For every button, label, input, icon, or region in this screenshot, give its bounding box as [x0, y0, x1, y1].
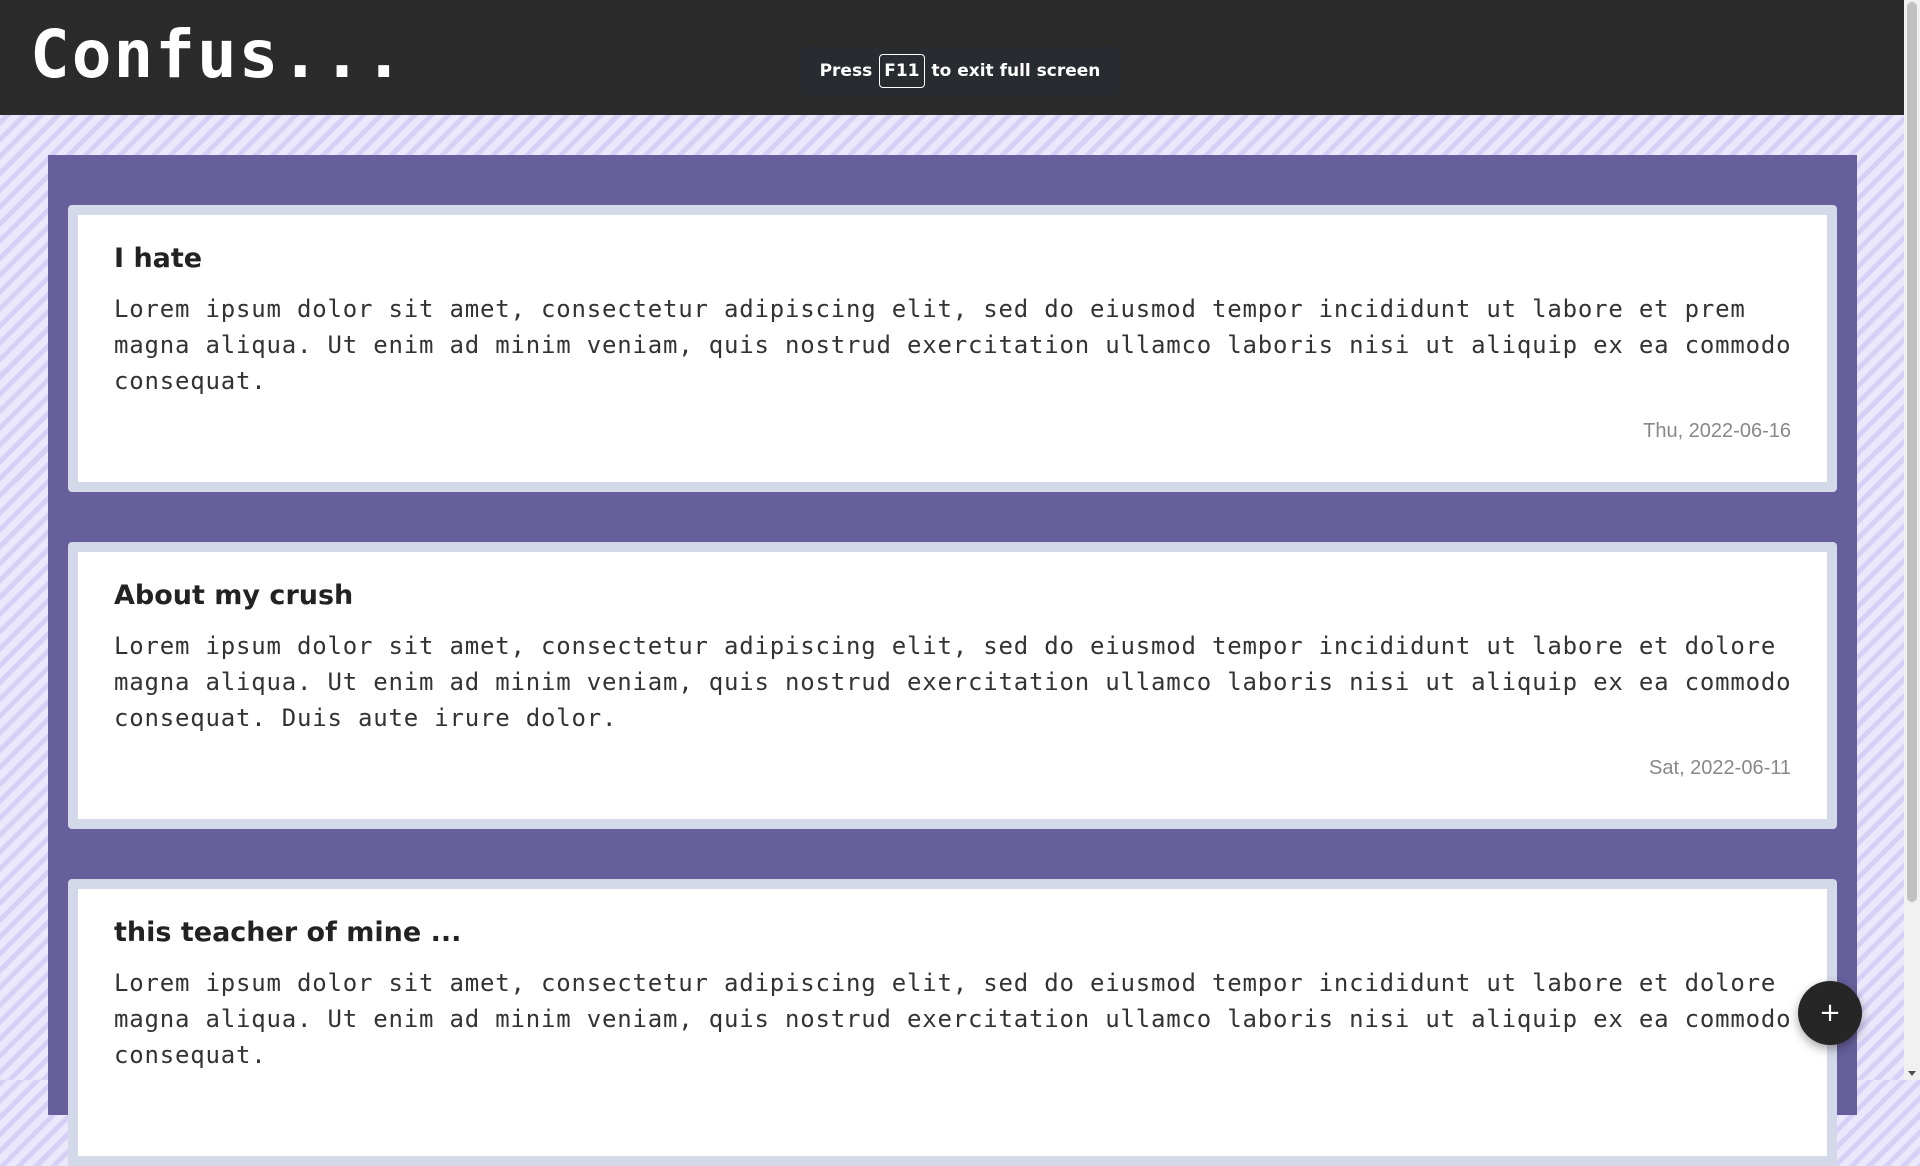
- posts-panel: I hate Lorem ipsum dolor sit amet, conse…: [48, 155, 1857, 1166]
- post-title: About my crush: [114, 580, 354, 611]
- fullscreen-notice-prefix: Press: [819, 61, 873, 81]
- post-card[interactable]: I hate Lorem ipsum dolor sit amet, conse…: [68, 205, 1837, 492]
- post-date: Thu, 2022-06-16: [1643, 420, 1791, 442]
- app-header: Confus... Press F11 to exit full screen: [0, 0, 1904, 115]
- fullscreen-notice-suffix: to exit full screen: [931, 61, 1101, 81]
- post-body: Lorem ipsum dolor sit amet, consectetur …: [114, 969, 1792, 1069]
- vertical-scrollbar[interactable]: [1904, 0, 1920, 1080]
- app-title[interactable]: Confus...: [30, 10, 406, 100]
- plus-icon: +: [1819, 998, 1841, 1028]
- scroll-down-arrow-icon[interactable]: [1908, 1071, 1916, 1076]
- post-card[interactable]: this teacher of mine ... Lorem ipsum dol…: [68, 879, 1837, 1166]
- post-title: this teacher of mine ...: [114, 917, 462, 948]
- add-post-button[interactable]: +: [1798, 981, 1862, 1045]
- post-body: Lorem ipsum dolor sit amet, consectetur …: [114, 295, 1792, 395]
- post-card[interactable]: About my crush Lorem ipsum dolor sit ame…: [68, 542, 1837, 829]
- fullscreen-notice: Press F11 to exit full screen: [800, 46, 1120, 96]
- f11-key: F11: [879, 54, 925, 88]
- post-title: I hate: [114, 243, 203, 274]
- post-date: Sat, 2022-06-11: [1649, 757, 1791, 779]
- post-body: Lorem ipsum dolor sit amet, consectetur …: [114, 632, 1792, 732]
- scrollbar-thumb[interactable]: [1907, 2, 1917, 902]
